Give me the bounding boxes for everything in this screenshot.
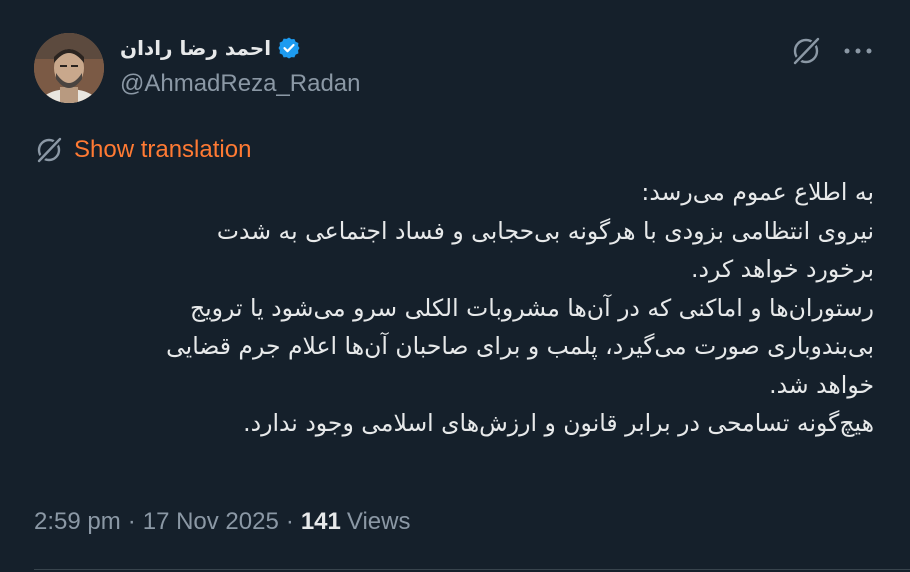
views-count[interactable]: 141 xyxy=(301,508,341,536)
tweet-time[interactable]: 2:59 pm xyxy=(34,508,121,536)
author-name-row[interactable]: احمد رضا رادان xyxy=(120,34,301,62)
tweet-text: به اطلاع عموم می‌رسد: نیروی انتظامی بزود… xyxy=(14,173,874,443)
tweet-text-line: بی‌بندوباری صورت می‌گیرد، پلمب و برای صا… xyxy=(166,332,874,360)
more-options-button[interactable] xyxy=(838,34,878,68)
meta-separator: · xyxy=(285,508,294,535)
tweet-date[interactable]: 17 Nov 2025 xyxy=(143,508,279,536)
grok-icon xyxy=(36,136,63,164)
avatar-image xyxy=(34,33,104,103)
verified-badge-icon[interactable] xyxy=(277,36,301,60)
author-display-name[interactable]: احمد رضا رادان xyxy=(120,36,271,60)
more-dots-icon xyxy=(844,48,872,54)
grok-button[interactable] xyxy=(789,34,823,68)
tweet-text-line: برخورد خواهد کرد. xyxy=(691,255,874,283)
tweet-text-line: نیروی انتظامی بزودی با هرگونه بی‌حجابی و… xyxy=(216,216,874,245)
views-label[interactable]: Views xyxy=(347,508,411,536)
author-handle[interactable]: @AhmadReza_Radan xyxy=(120,70,361,98)
meta-separator: · xyxy=(127,508,136,535)
tweet-text-line: به اطلاع عموم می‌رسد: xyxy=(641,178,874,206)
grok-icon xyxy=(792,36,821,66)
tweet-meta: 2:59 pm · 17 Nov 2025 · 141 Views xyxy=(34,505,410,539)
tweet-text-line: هیچ‌گونه تسامحی در برابر قانون و ارزش‌ها… xyxy=(243,409,874,437)
show-translation-button[interactable]: Show translation xyxy=(34,134,251,166)
show-translation-label[interactable]: Show translation xyxy=(74,136,251,164)
tweet-card: احمد رضا رادان @AhmadReza_Radan Show tra… xyxy=(0,0,910,572)
tweet-text-line: رستوران‌ها و اماکنی که در آن‌ها مشروبات … xyxy=(189,293,874,322)
avatar[interactable] xyxy=(34,33,104,103)
tweet-text-line: خواهد شد. xyxy=(769,370,874,399)
divider xyxy=(34,569,910,570)
